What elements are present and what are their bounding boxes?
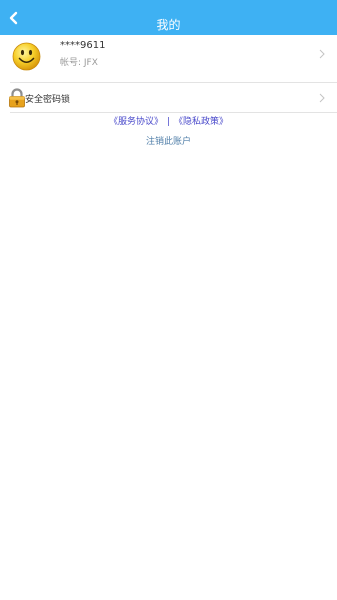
chevron-right-icon: [319, 93, 325, 103]
smiley-face-icon: [12, 42, 41, 71]
account-label: 帐号: JFX: [60, 58, 98, 68]
profile-row[interactable]: ****9611 帐号: JFX: [0, 35, 337, 82]
privacy-policy-link[interactable]: 《隐私政策》: [174, 117, 228, 127]
divider: [10, 112, 337, 113]
legal-links: 《服务协议》 | 《隐私政策》: [0, 114, 337, 127]
padlock-icon: [8, 88, 26, 108]
app-header: 我的: [0, 0, 337, 35]
page-title: 我的: [156, 18, 181, 32]
security-lock-label: 安全密码锁: [25, 95, 71, 105]
link-separator: |: [166, 117, 171, 127]
service-agreement-link[interactable]: 《服务协议》: [109, 117, 163, 127]
deregister-account-link[interactable]: 注销此账户: [0, 134, 337, 147]
chevron-right-icon: [319, 49, 325, 59]
username: ****9611: [60, 40, 106, 51]
security-lock-row[interactable]: 安全密码锁: [0, 83, 337, 112]
